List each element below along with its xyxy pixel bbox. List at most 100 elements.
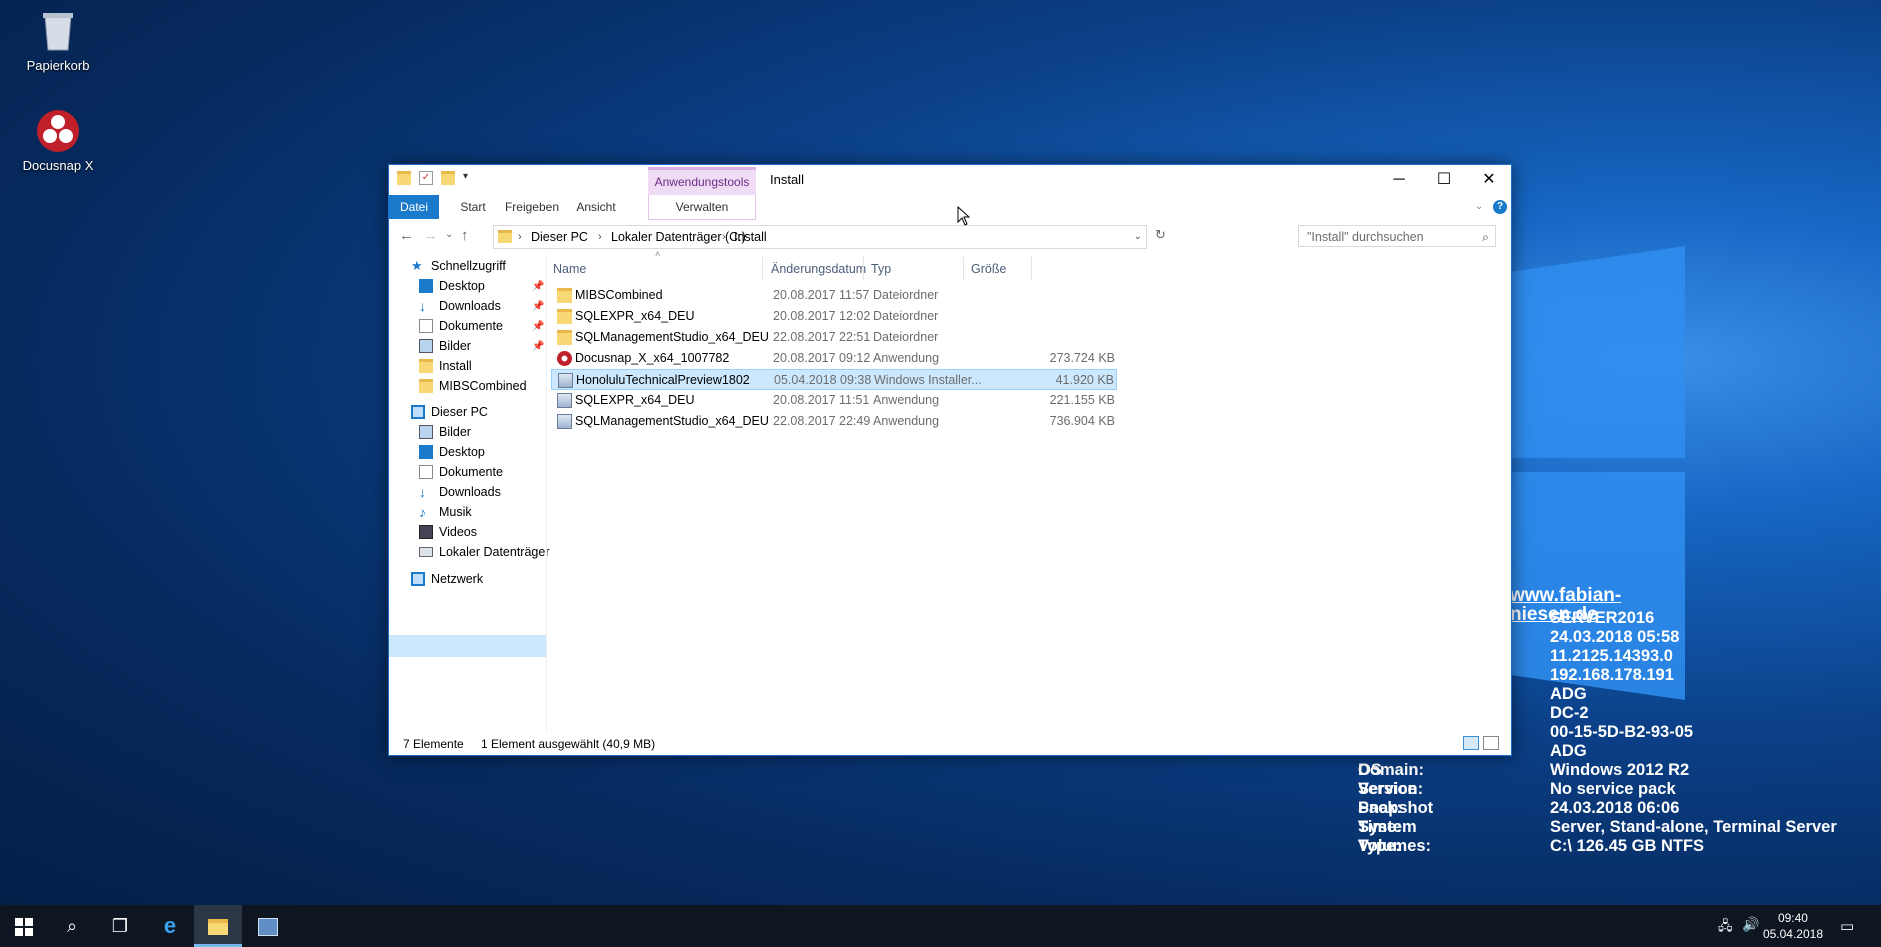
- star-icon: ★: [411, 258, 423, 273]
- server-manager-icon: [258, 918, 278, 937]
- folder-icon: [557, 288, 572, 303]
- search-placeholder: "Install" durchsuchen: [1307, 230, 1424, 244]
- nav-label: Schnellzugriff: [431, 259, 506, 273]
- pin-icon[interactable]: 📌: [532, 281, 544, 292]
- nav-label: Bilder: [439, 339, 471, 353]
- tab-datei[interactable]: Datei: [389, 195, 439, 219]
- file-row[interactable]: SQLManagementStudio_x64_DEU 22.08.2017 2…: [551, 327, 1117, 348]
- bginfo-value: ADG: [1550, 685, 1587, 703]
- nav-label: Desktop: [439, 279, 485, 293]
- column-separator[interactable]: [762, 257, 763, 281]
- ribbon-tabs: Datei Start Freigeben Ansicht Verwalten …: [389, 195, 1511, 220]
- folder-icon: [498, 230, 512, 243]
- back-icon[interactable]: ←: [399, 227, 414, 244]
- windows-icon: [15, 918, 33, 937]
- address-bar[interactable]: › Dieser PC › Lokaler Datenträger (C:) ›…: [493, 225, 1147, 249]
- search-input[interactable]: "Install" durchsuchen ⌕: [1298, 225, 1496, 247]
- file-date: 22.08.2017 22:49: [773, 414, 871, 428]
- file-row[interactable]: SQLManagementStudio_x64_DEU 22.08.2017 2…: [551, 411, 1117, 432]
- tab-start[interactable]: Start: [453, 195, 493, 219]
- task-view-button[interactable]: ❐: [96, 905, 144, 947]
- title-bar[interactable]: ✓ ▾ Anwendungstools Install ─ ☐ ✕: [389, 165, 1511, 195]
- computer-icon: [411, 405, 425, 419]
- file-row[interactable]: Docusnap_X_x64_1007782 20.08.2017 09:12 …: [551, 348, 1117, 369]
- search-icon: ⌕: [1481, 230, 1489, 244]
- up-icon[interactable]: ↑: [461, 227, 469, 244]
- docusnap-icon: [557, 351, 572, 366]
- taskbar: ⌕ ❐ e 🖧 🔊 09:40 05.04.2018 ▭: [0, 905, 1881, 947]
- column-separator[interactable]: [863, 257, 864, 281]
- refresh-icon[interactable]: ↻: [1155, 227, 1166, 243]
- folder-icon: [557, 309, 572, 324]
- column-header-size[interactable]: Größe: [971, 257, 1006, 281]
- column-separator[interactable]: [963, 257, 964, 281]
- sort-ascending-icon: ˄: [655, 249, 661, 259]
- exe-icon: [557, 393, 572, 408]
- tab-freigeben[interactable]: Freigeben: [501, 195, 563, 219]
- bginfo-value: 24.03.2018 06:06: [1550, 799, 1680, 817]
- pin-icon[interactable]: 📌: [532, 301, 544, 312]
- maximize-button[interactable]: ☐: [1421, 165, 1467, 195]
- nav-label: Lokaler Datenträger: [439, 545, 550, 559]
- address-dropdown-icon[interactable]: ⌄: [1134, 226, 1142, 248]
- breadcrumb-item[interactable]: Dieser PC: [531, 226, 588, 248]
- forward-icon[interactable]: →: [423, 227, 438, 244]
- breadcrumb-separator-icon: ›: [518, 231, 522, 243]
- file-date: 05.04.2018 09:38: [774, 373, 872, 387]
- file-explorer-icon: [208, 919, 228, 936]
- folder-icon: [419, 359, 433, 373]
- file-date: 20.08.2017 09:12: [773, 351, 871, 365]
- internet-explorer-button[interactable]: e: [146, 905, 194, 947]
- task-view-icon: ❐: [111, 916, 129, 936]
- recycle-bin-desktop-icon[interactable]: Papierkorb: [8, 8, 108, 73]
- customize-toolbar-icon[interactable]: ▾: [463, 171, 471, 185]
- server-manager-button[interactable]: [244, 905, 292, 947]
- details-view-icon[interactable]: [1463, 736, 1479, 750]
- tab-ansicht[interactable]: Ansicht: [571, 195, 621, 219]
- recycle-bin-icon: [35, 8, 81, 54]
- file-name: SQLManagementStudio_x64_DEU: [575, 414, 769, 428]
- column-header-type[interactable]: Typ: [871, 257, 891, 281]
- pin-icon[interactable]: 📌: [532, 341, 544, 352]
- nav-label: Desktop: [439, 445, 485, 459]
- pin-icon[interactable]: 📌: [532, 321, 544, 332]
- file-row[interactable]: MIBSCombined 20.08.2017 11:57 Dateiordne…: [551, 285, 1117, 306]
- column-header-date[interactable]: Änderungsdatum: [771, 257, 866, 281]
- search-button[interactable]: ⌕: [48, 905, 96, 947]
- column-header-name[interactable]: Name: [553, 257, 586, 281]
- file-name: MIBSCombined: [575, 288, 663, 302]
- column-separator[interactable]: [1031, 257, 1032, 281]
- docusnap-desktop-icon[interactable]: Docusnap X: [8, 108, 108, 173]
- network-tray-icon[interactable]: 🖧: [1718, 917, 1733, 939]
- notifications-icon[interactable]: ▭: [1840, 917, 1854, 935]
- tab-verwalten[interactable]: Verwalten: [648, 195, 756, 220]
- address-row: ← → ⌄ ↑ › Dieser PC › Lokaler Datenträge…: [389, 221, 1511, 251]
- clock-time: 09:40: [1777, 911, 1808, 925]
- file-explorer-window[interactable]: ✓ ▾ Anwendungstools Install ─ ☐ ✕ Datei …: [388, 164, 1512, 756]
- file-row[interactable]: SQLEXPR_x64_DEU 20.08.2017 12:02 Dateior…: [551, 306, 1117, 327]
- file-row-selected[interactable]: HonoluluTechnicalPreview1802 05.04.2018 …: [551, 369, 1117, 390]
- network-icon: [411, 572, 425, 586]
- nav-label: Dokumente: [439, 319, 503, 333]
- breadcrumb-separator-icon: ›: [598, 231, 602, 243]
- properties-icon[interactable]: ✓: [419, 171, 433, 185]
- volume-tray-icon[interactable]: 🔊: [1742, 916, 1759, 933]
- close-button[interactable]: ✕: [1466, 165, 1512, 195]
- expand-ribbon-icon[interactable]: ⌄: [1475, 195, 1483, 219]
- clock[interactable]: 09:40 05.04.2018: [1763, 910, 1823, 942]
- bginfo-value: Windows 2012 R2: [1550, 761, 1690, 779]
- file-size: 221.155 KB: [1049, 393, 1115, 407]
- desktop-icon: [419, 445, 433, 459]
- breadcrumb-item[interactable]: Install: [734, 226, 767, 248]
- file-explorer-button[interactable]: [194, 905, 242, 947]
- pictures-icon: [419, 425, 433, 439]
- start-button[interactable]: [0, 905, 48, 947]
- help-icon[interactable]: ?: [1493, 200, 1507, 214]
- file-size: 41.920 KB: [1055, 373, 1114, 387]
- recent-locations-icon[interactable]: ⌄: [445, 229, 453, 240]
- large-icons-view-icon[interactable]: [1483, 736, 1499, 750]
- new-folder-icon[interactable]: [441, 171, 455, 185]
- minimize-button[interactable]: ─: [1376, 165, 1422, 195]
- folder-icon: [397, 171, 411, 185]
- file-row[interactable]: SQLEXPR_x64_DEU 20.08.2017 11:51 Anwendu…: [551, 390, 1117, 411]
